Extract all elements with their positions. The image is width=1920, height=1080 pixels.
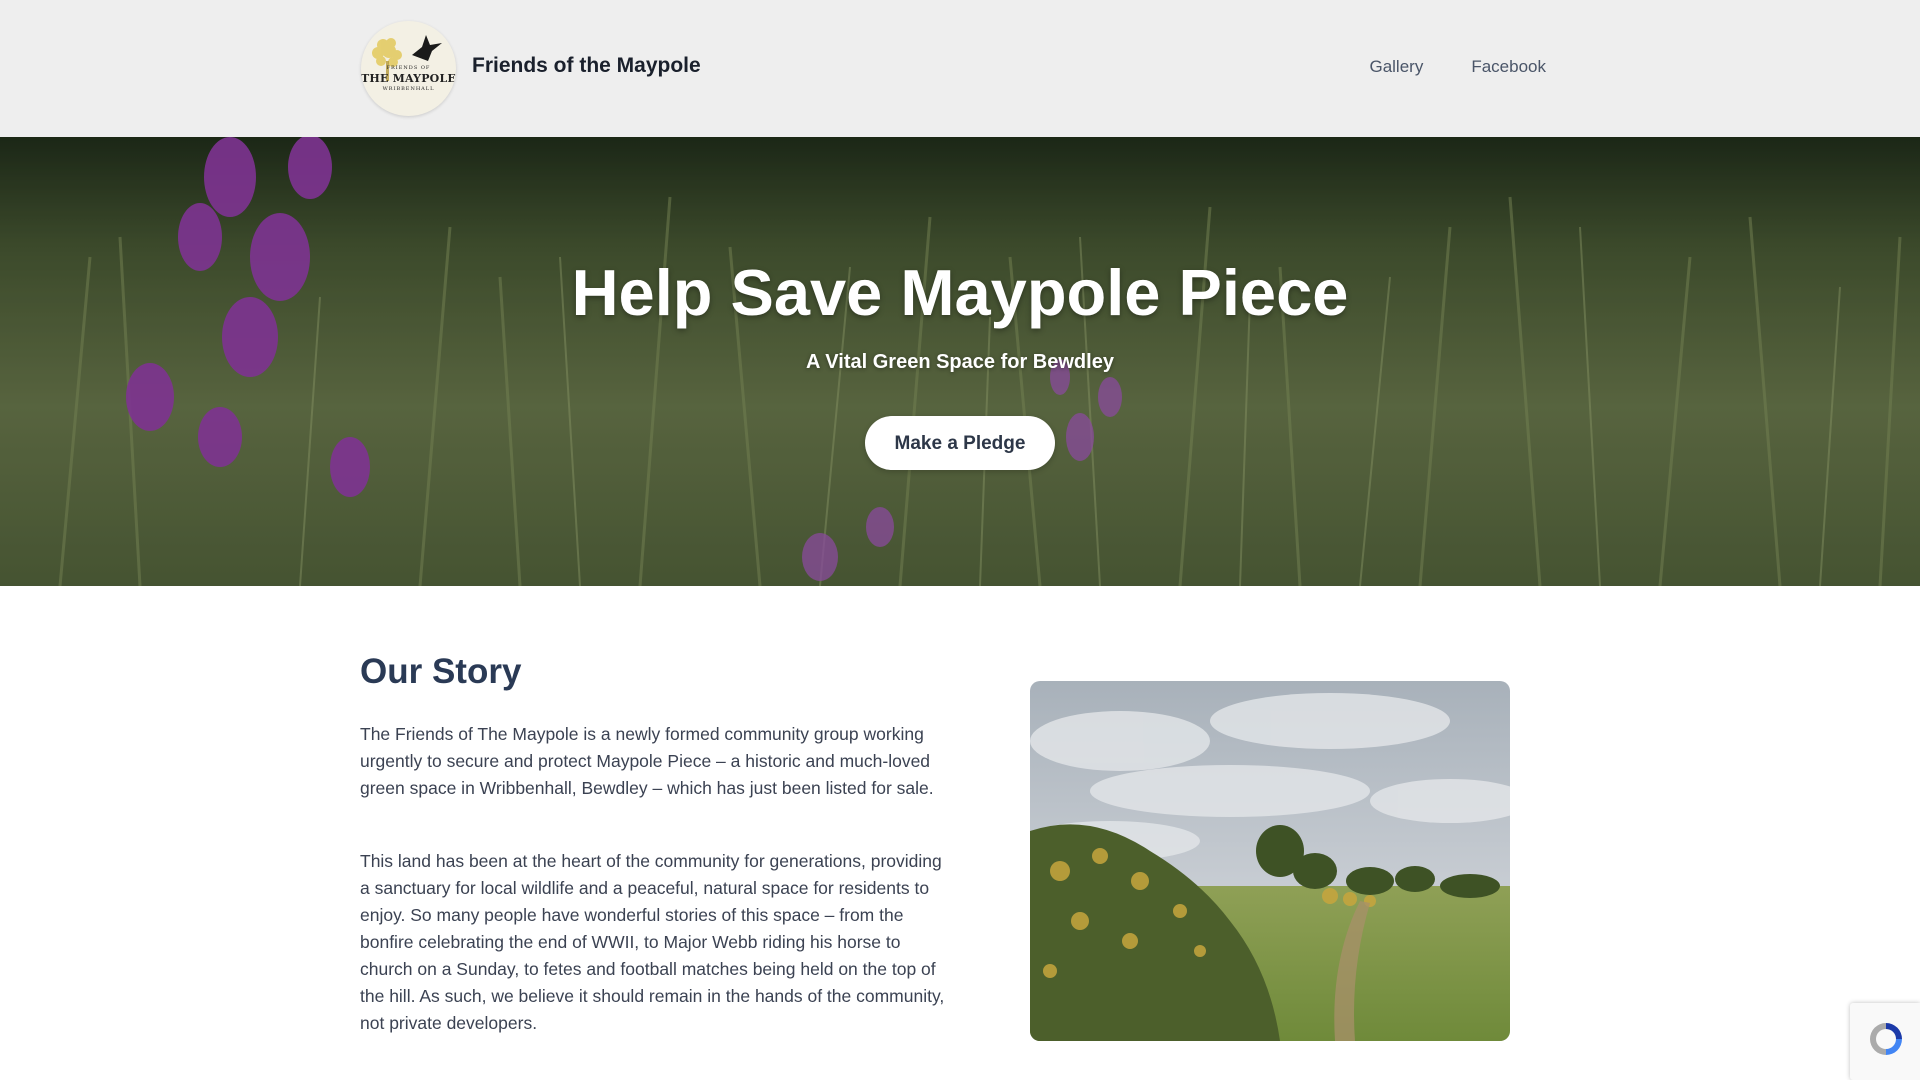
recaptcha-badge[interactable] bbox=[1850, 1003, 1920, 1080]
make-pledge-button[interactable]: Make a Pledge bbox=[865, 416, 1055, 470]
meadow-photo bbox=[1030, 681, 1510, 1041]
hero-section: Help Save Maypole Piece A Vital Green Sp… bbox=[0, 137, 1920, 586]
bird-icon bbox=[412, 35, 442, 61]
story-heading: Our Story bbox=[360, 652, 522, 691]
nav-link-facebook[interactable]: Facebook bbox=[1471, 57, 1546, 77]
story-paragraph-1: The Friends of The Maypole is a newly fo… bbox=[360, 724, 934, 798]
logo-text-main: THE MAYPOLE bbox=[361, 72, 456, 85]
hero-title: Help Save Maypole Piece bbox=[571, 256, 1349, 329]
main-nav: Gallery Facebook bbox=[1369, 57, 1546, 77]
site-title[interactable]: Friends of the Maypole bbox=[472, 54, 701, 78]
logo-text-bottom: WRIBBENHALL bbox=[382, 86, 435, 92]
nav-link-gallery[interactable]: Gallery bbox=[1369, 57, 1423, 77]
story-paragraph-2: This land has been at the heart of the c… bbox=[360, 851, 945, 1033]
site-logo[interactable]: FRIENDS OF THE MAYPOLE WRIBBENHALL bbox=[361, 21, 456, 116]
site-header: FRIENDS OF THE MAYPOLE WRIBBENHALL Frien… bbox=[0, 0, 1920, 137]
logo-text-top: FRIENDS OF bbox=[386, 65, 431, 71]
recaptcha-icon bbox=[1870, 1023, 1902, 1055]
hero-subtitle: A Vital Green Space for Bewdley bbox=[806, 351, 1114, 373]
